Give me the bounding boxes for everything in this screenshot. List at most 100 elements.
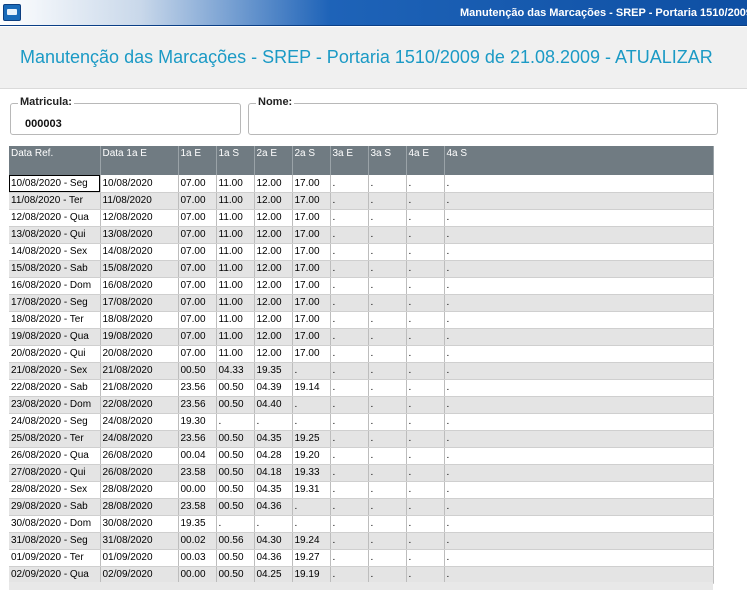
table-cell[interactable]: .: [444, 328, 714, 346]
table-cell[interactable]: 17.00: [292, 243, 331, 261]
table-cell[interactable]: 19/08/2020 - Qua: [9, 328, 101, 346]
table-cell[interactable]: 00.50: [178, 362, 217, 380]
app-window-icon[interactable]: [3, 4, 21, 21]
table-cell[interactable]: .: [368, 549, 407, 567]
column-header[interactable]: 4a E: [406, 146, 445, 175]
table-cell[interactable]: 04.25: [254, 566, 293, 584]
table-cell[interactable]: 11.00: [216, 328, 255, 346]
table-cell[interactable]: .: [368, 532, 407, 550]
table-row[interactable]: 11/08/2020 - Ter 11/08/2020 07.00 11.00 12.0…: [9, 192, 714, 210]
table-cell[interactable]: 24/08/2020 - Seg: [9, 413, 101, 431]
table-cell[interactable]: 19.27: [292, 549, 331, 567]
table-cell[interactable]: 00.04: [178, 447, 217, 465]
table-cell[interactable]: 04.36: [254, 498, 293, 516]
table-cell[interactable]: 07.00: [178, 243, 217, 261]
table-cell[interactable]: 07.00: [178, 294, 217, 312]
table-cell[interactable]: 12/08/2020: [100, 209, 179, 227]
table-cell[interactable]: 07.00: [178, 175, 217, 193]
table-cell[interactable]: 10/08/2020 - Seg: [9, 175, 101, 193]
table-cell[interactable]: 17.00: [292, 345, 331, 363]
table-cell[interactable]: .: [330, 362, 369, 380]
table-cell[interactable]: 04.40: [254, 396, 293, 414]
table-cell[interactable]: 11.00: [216, 209, 255, 227]
table-cell[interactable]: 07.00: [178, 226, 217, 244]
table-cell[interactable]: 14/08/2020: [100, 243, 179, 261]
table-cell[interactable]: 12.00: [254, 328, 293, 346]
table-cell[interactable]: .: [444, 532, 714, 550]
table-row[interactable]: 26/08/2020 - Qua 26/08/2020 00.04 00.50 04.2…: [9, 447, 714, 465]
table-cell[interactable]: .: [406, 277, 445, 295]
table-cell[interactable]: 04.33: [216, 362, 255, 380]
table-cell[interactable]: .: [368, 447, 407, 465]
table-cell[interactable]: 11/08/2020 - Ter: [9, 192, 101, 210]
table-cell[interactable]: 20/08/2020: [100, 345, 179, 363]
table-cell[interactable]: 11.00: [216, 345, 255, 363]
table-row[interactable]: 21/08/2020 - Sex 21/08/2020 00.50 04.33 19.3…: [9, 362, 714, 380]
table-cell[interactable]: 17.00: [292, 260, 331, 278]
table-cell[interactable]: .: [406, 209, 445, 227]
table-cell[interactable]: 17/08/2020 - Seg: [9, 294, 101, 312]
table-cell[interactable]: 17.00: [292, 175, 331, 193]
table-cell[interactable]: 11.00: [216, 260, 255, 278]
table-cell[interactable]: .: [406, 566, 445, 584]
table-cell[interactable]: 17.00: [292, 328, 331, 346]
table-cell[interactable]: 11.00: [216, 243, 255, 261]
table-cell[interactable]: 23.56: [178, 379, 217, 397]
table-cell[interactable]: 00.50: [216, 447, 255, 465]
table-cell[interactable]: 11.00: [216, 311, 255, 329]
table-row[interactable]: 19/08/2020 - Qua 19/08/2020 07.00 11.00 12.0…: [9, 328, 714, 346]
table-cell[interactable]: .: [444, 209, 714, 227]
table-cell[interactable]: .: [444, 277, 714, 295]
table-cell[interactable]: 11.00: [216, 294, 255, 312]
table-cell[interactable]: 00.50: [216, 396, 255, 414]
table-cell[interactable]: 29/08/2020 - Sab: [9, 498, 101, 516]
table-cell[interactable]: .: [368, 396, 407, 414]
table-cell[interactable]: 23.58: [178, 464, 217, 482]
table-cell[interactable]: .: [292, 362, 331, 380]
table-cell[interactable]: 04.35: [254, 481, 293, 499]
table-cell[interactable]: 22/08/2020 - Sab: [9, 379, 101, 397]
table-cell[interactable]: 21/08/2020: [100, 362, 179, 380]
table-row[interactable]: 14/08/2020 - Sex 14/08/2020 07.00 11.00 12.0…: [9, 243, 714, 261]
table-row[interactable]: 16/08/2020 - Dom 16/08/2020 07.00 11.00 12.0…: [9, 277, 714, 295]
table-row[interactable]: 12/08/2020 - Qua 12/08/2020 07.00 11.00 12.0…: [9, 209, 714, 227]
table-cell[interactable]: 12.00: [254, 260, 293, 278]
table-cell[interactable]: 23.56: [178, 430, 217, 448]
table-cell[interactable]: .: [406, 447, 445, 465]
table-cell[interactable]: 00.50: [216, 481, 255, 499]
table-cell[interactable]: .: [406, 549, 445, 567]
table-cell[interactable]: 02/09/2020 - Qua: [9, 566, 101, 584]
table-cell[interactable]: 12.00: [254, 243, 293, 261]
table-cell[interactable]: .: [330, 566, 369, 584]
table-cell[interactable]: 04.18: [254, 464, 293, 482]
table-cell[interactable]: 17.00: [292, 294, 331, 312]
table-cell[interactable]: .: [368, 362, 407, 380]
table-cell[interactable]: .: [406, 226, 445, 244]
table-cell[interactable]: 12.00: [254, 345, 293, 363]
table-cell[interactable]: 11.00: [216, 277, 255, 295]
table-cell[interactable]: .: [330, 175, 369, 193]
table-cell[interactable]: 07.00: [178, 311, 217, 329]
table-row[interactable]: 20/08/2020 - Qui 20/08/2020 07.00 11.00 12.0…: [9, 345, 714, 363]
nome-field[interactable]: [248, 103, 718, 135]
table-cell[interactable]: .: [368, 481, 407, 499]
table-cell[interactable]: .: [406, 260, 445, 278]
table-cell[interactable]: 12.00: [254, 294, 293, 312]
table-cell[interactable]: .: [406, 175, 445, 193]
table-cell[interactable]: .: [406, 430, 445, 448]
table-cell[interactable]: 19.35: [178, 515, 217, 533]
table-cell[interactable]: .: [292, 515, 331, 533]
table-cell[interactable]: .: [444, 447, 714, 465]
table-cell[interactable]: 12.00: [254, 175, 293, 193]
table-cell[interactable]: .: [330, 226, 369, 244]
table-cell[interactable]: 00.50: [216, 430, 255, 448]
table-cell[interactable]: 19.33: [292, 464, 331, 482]
table-cell[interactable]: .: [444, 175, 714, 193]
table-cell[interactable]: .: [330, 260, 369, 278]
table-cell[interactable]: 26/08/2020 - Qua: [9, 447, 101, 465]
table-cell[interactable]: 12.00: [254, 226, 293, 244]
table-cell[interactable]: .: [368, 226, 407, 244]
table-cell[interactable]: .: [368, 430, 407, 448]
table-row[interactable]: 13/08/2020 - Qui 13/08/2020 07.00 11.00 12.0…: [9, 226, 714, 244]
table-cell[interactable]: 23.56: [178, 396, 217, 414]
